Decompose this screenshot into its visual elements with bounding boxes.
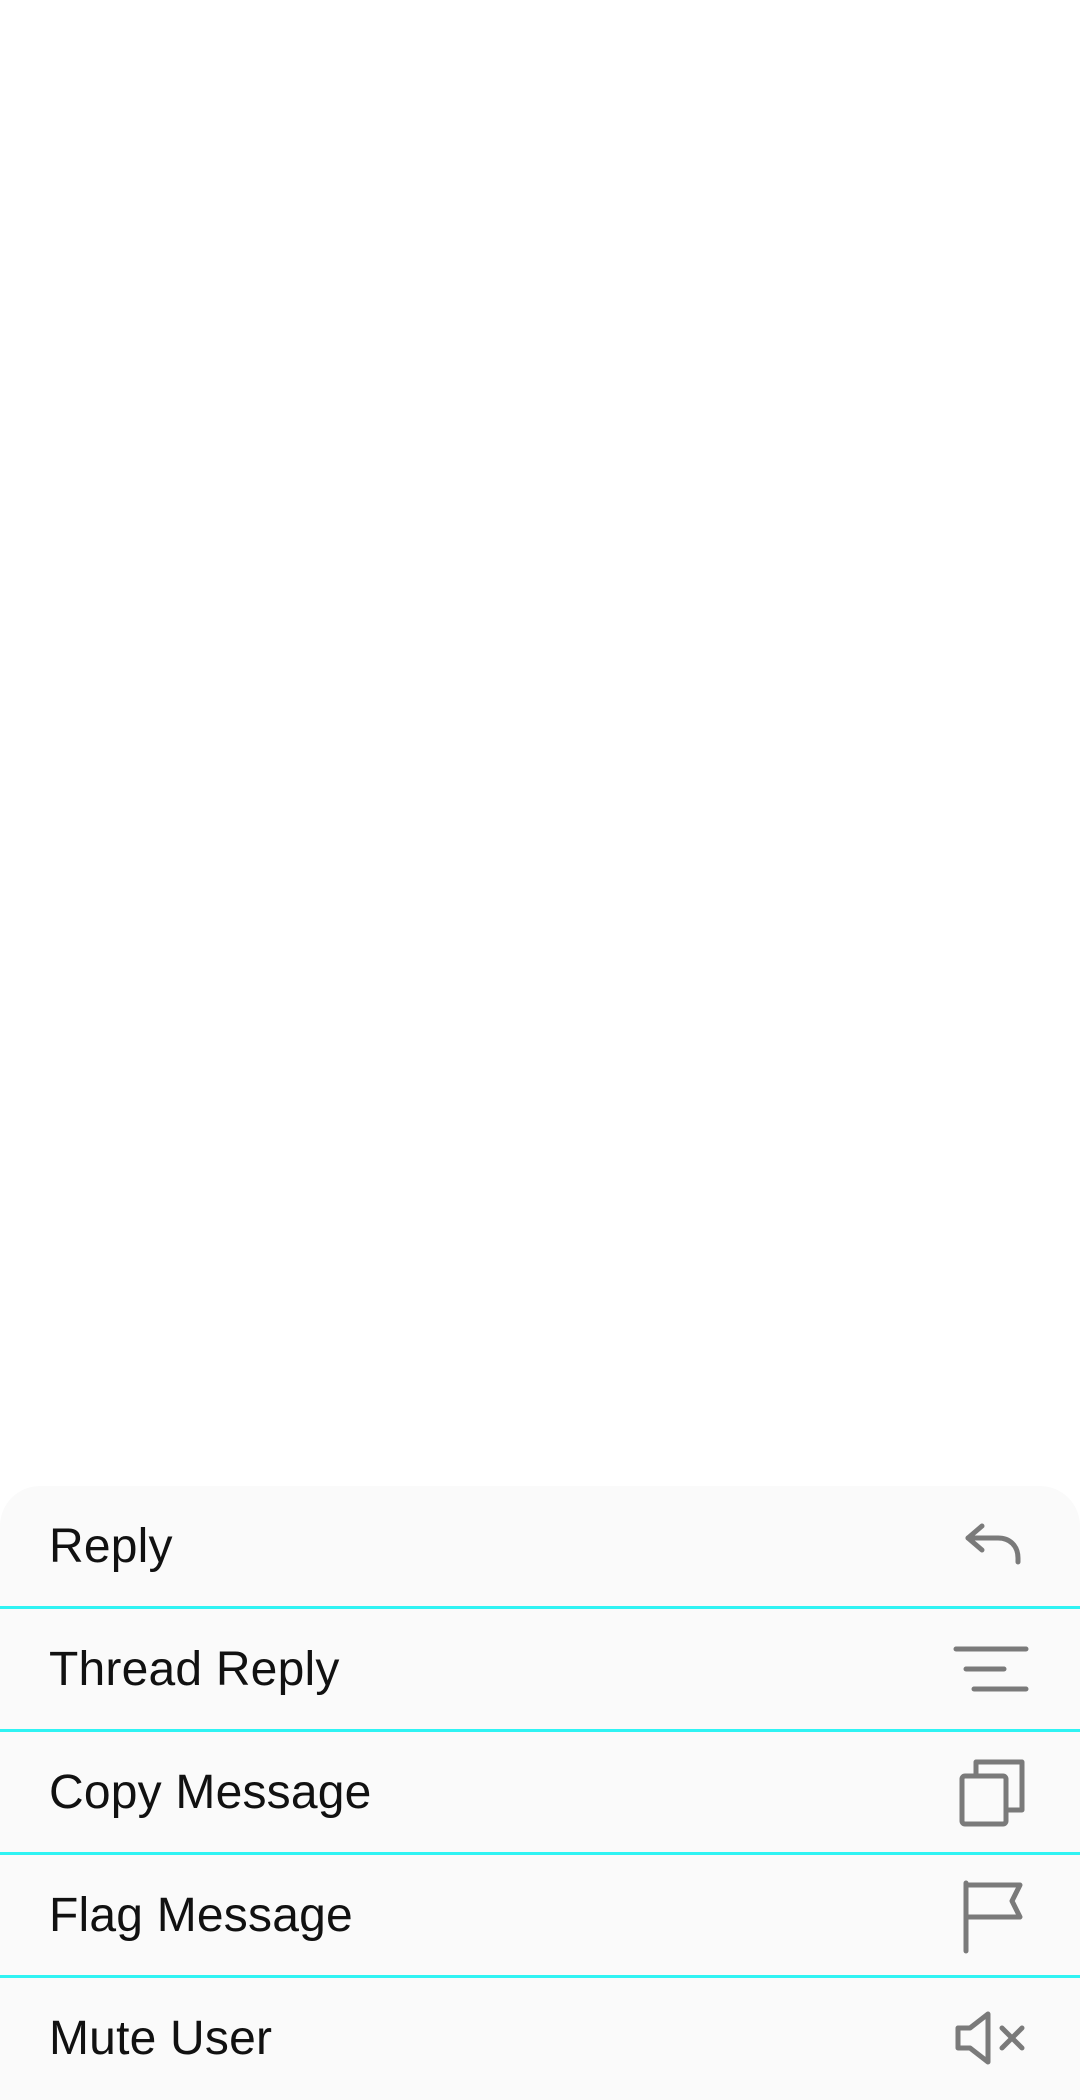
flag-icon [952, 1875, 1032, 1955]
reply-arrow-icon [952, 1506, 1032, 1586]
menu-item-reply[interactable]: Reply [0, 1486, 1080, 1606]
menu-item-label: Copy Message [49, 1765, 372, 1819]
menu-item-mute-user[interactable]: Mute User [0, 1978, 1080, 2098]
thread-lines-icon [952, 1629, 1032, 1709]
menu-item-label: Thread Reply [49, 1642, 340, 1696]
menu-item-label: Flag Message [49, 1888, 353, 1942]
copy-icon [952, 1752, 1032, 1832]
speaker-mute-icon [952, 1998, 1032, 2078]
dimmed-backdrop[interactable] [0, 0, 1080, 1486]
menu-item-flag-message[interactable]: Flag Message [0, 1855, 1080, 1975]
menu-item-thread-reply[interactable]: Thread Reply [0, 1609, 1080, 1729]
menu-item-copy-message[interactable]: Copy Message [0, 1732, 1080, 1852]
message-actions-sheet: Reply Thread Reply Copy Message Flag Mes… [0, 1486, 1080, 2100]
menu-item-label: Reply [49, 1519, 173, 1573]
menu-item-label: Mute User [49, 2011, 273, 2065]
